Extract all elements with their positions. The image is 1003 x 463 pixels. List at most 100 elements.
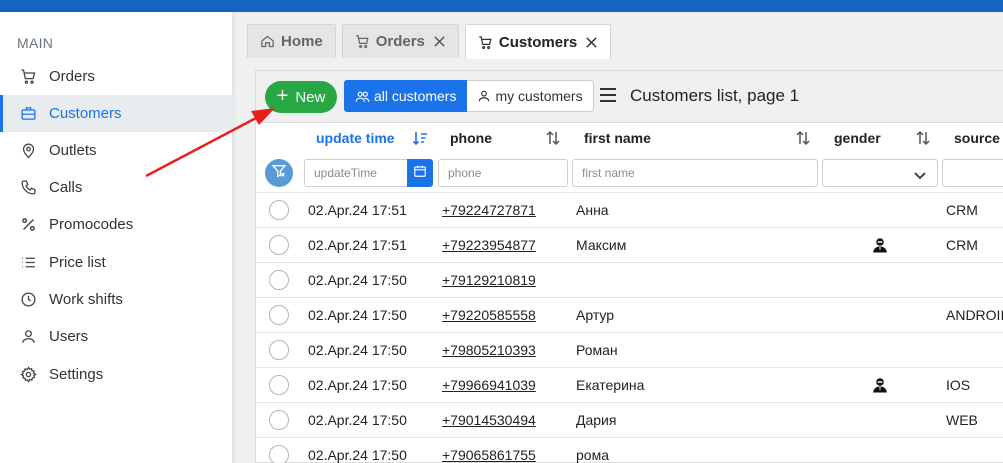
tab-home[interactable]: Home	[247, 24, 336, 58]
hamburger-menu-icon[interactable]	[600, 88, 616, 102]
table-row[interactable]: 02.Apr.24 17:50 +79129210819	[256, 262, 1003, 297]
table-body: 02.Apr.24 17:51 +79224727871 Анна CRM 02.Apr…	[256, 192, 1003, 463]
row-select-radio[interactable]	[269, 410, 289, 430]
sort-icon[interactable]	[795, 130, 811, 149]
gender-filter-select[interactable]	[822, 159, 938, 187]
clock-icon	[20, 291, 37, 308]
sidebar-item-label: Work shifts	[49, 291, 123, 308]
update-time-cell: 02.Apr.24 17:51	[308, 202, 407, 218]
update-time-cell: 02.Apr.24 17:50	[308, 447, 407, 463]
sort-desc-icon[interactable]	[412, 130, 428, 149]
first-name-filter[interactable]	[572, 159, 818, 187]
phone-icon	[20, 179, 37, 196]
all-customers-label: all customers	[374, 88, 457, 104]
sidebar-item-orders[interactable]: Orders	[0, 58, 233, 95]
source-cell: CRM	[946, 237, 978, 253]
row-select-radio[interactable]	[269, 375, 289, 395]
home-icon	[260, 34, 275, 49]
source-cell: CRM	[946, 202, 978, 218]
phone-filter[interactable]	[438, 159, 568, 187]
row-select-radio[interactable]	[269, 340, 289, 360]
column-header-update-time[interactable]: update time	[316, 130, 395, 146]
phone-link[interactable]: +79220585558	[442, 307, 536, 323]
customer-scope-toggle: all customers my customers	[344, 80, 594, 112]
phone-link[interactable]: +79065861755	[442, 447, 536, 463]
cart-icon	[20, 68, 37, 85]
briefcase-icon	[20, 105, 37, 122]
sidebar-item-customers[interactable]: Customers	[0, 95, 233, 132]
row-select-radio[interactable]	[269, 200, 289, 220]
row-select-radio[interactable]	[269, 270, 289, 290]
tab-label: Home	[281, 33, 323, 50]
table-header: update time phone first name gender sour…	[256, 124, 1003, 154]
sidebar-item-work-shifts[interactable]: Work shifts	[0, 281, 233, 318]
tab-orders[interactable]: Orders	[341, 24, 459, 58]
plus-icon: +	[276, 85, 289, 107]
person-icon	[871, 236, 889, 257]
my-customers-button[interactable]: my customers	[467, 80, 594, 112]
sidebar-item-outlets[interactable]: Outlets	[0, 132, 233, 169]
table-row[interactable]: 02.Apr.24 17:51 +79223954877 Максим CRM	[256, 227, 1003, 262]
cart-icon	[478, 35, 493, 50]
row-select-radio[interactable]	[269, 305, 289, 325]
sidebar-item-label: Outlets	[49, 142, 97, 159]
new-button[interactable]: + New	[265, 81, 337, 113]
clear-filter-button[interactable]	[265, 159, 293, 187]
row-select-radio[interactable]	[269, 445, 289, 463]
customers-panel: + New all customers my customers Custome…	[255, 70, 1003, 463]
sidebar-item-price-list[interactable]: Price list	[0, 244, 233, 281]
phone-link[interactable]: +79805210393	[442, 342, 536, 358]
sidebar-item-label: Calls	[49, 179, 83, 196]
table-row[interactable]: 02.Apr.24 17:51 +79224727871 Анна CRM	[256, 192, 1003, 227]
column-header-phone[interactable]: phone	[450, 130, 492, 146]
table-row[interactable]: 02.Apr.24 17:50 +79966941039 Екатерина IOS	[256, 367, 1003, 402]
filter-row	[256, 157, 1003, 191]
sort-icon[interactable]	[545, 130, 561, 149]
new-button-label: New	[295, 88, 326, 106]
source-cell: IOS	[946, 377, 971, 393]
sidebar-item-calls[interactable]: Calls	[0, 169, 233, 206]
update-time-cell: 02.Apr.24 17:51	[308, 237, 407, 253]
chevron-down-icon	[913, 168, 927, 186]
sidebar-item-users[interactable]: Users	[0, 318, 233, 355]
first-name-cell: Анна	[576, 202, 609, 218]
table-row[interactable]: 02.Apr.24 17:50 +79220585558 Артур ANDROII	[256, 297, 1003, 332]
tab-customers[interactable]: Customers	[464, 24, 612, 59]
phone-link[interactable]: +79224727871	[442, 202, 536, 218]
all-customers-button[interactable]: all customers	[344, 80, 468, 112]
phone-link[interactable]: +79014530494	[442, 412, 536, 428]
first-name-cell: рома	[576, 447, 609, 463]
sidebar-item-promocodes[interactable]: Promocodes	[0, 206, 233, 243]
row-select-radio[interactable]	[269, 235, 289, 255]
column-header-gender[interactable]: gender	[834, 130, 881, 146]
phone-link[interactable]: +79223954877	[442, 237, 536, 253]
sort-icon[interactable]	[915, 130, 931, 149]
sidebar-item-label: Settings	[49, 366, 104, 383]
cart-icon	[355, 34, 370, 49]
sidebar-item-label: Price list	[49, 254, 106, 271]
main-area: Home Orders Customers + New all customer…	[239, 12, 1003, 463]
calendar-button[interactable]	[407, 159, 433, 187]
sidebar: MAIN Orders Customers Outlets Calls Prom…	[0, 12, 233, 463]
update-time-cell: 02.Apr.24 17:50	[308, 412, 407, 428]
table-row[interactable]: 02.Apr.24 17:50 +79065861755 рома	[256, 437, 1003, 463]
update-time-cell: 02.Apr.24 17:50	[308, 272, 407, 288]
sidebar-item-settings[interactable]: Settings	[0, 356, 233, 393]
update-time-cell: 02.Apr.24 17:50	[308, 377, 407, 393]
table-row[interactable]: 02.Apr.24 17:50 +79805210393 Роман	[256, 332, 1003, 367]
column-header-first-name[interactable]: first name	[584, 130, 651, 146]
close-icon[interactable]	[433, 35, 446, 48]
sidebar-heading: MAIN	[17, 35, 54, 51]
users-icon	[355, 90, 370, 103]
list-icon	[20, 254, 37, 271]
tab-label: Orders	[375, 33, 425, 50]
phone-link[interactable]: +79129210819	[442, 272, 536, 288]
close-icon[interactable]	[585, 36, 598, 49]
table-row[interactable]: 02.Apr.24 17:50 +79014530494 Дария WEB	[256, 402, 1003, 437]
user-icon	[477, 89, 491, 103]
source-filter[interactable]	[942, 159, 1003, 187]
phone-link[interactable]: +79966941039	[442, 377, 536, 393]
column-header-source[interactable]: source	[954, 130, 1000, 146]
update-time-filter[interactable]	[304, 159, 409, 187]
sidebar-item-label: Customers	[49, 105, 122, 122]
